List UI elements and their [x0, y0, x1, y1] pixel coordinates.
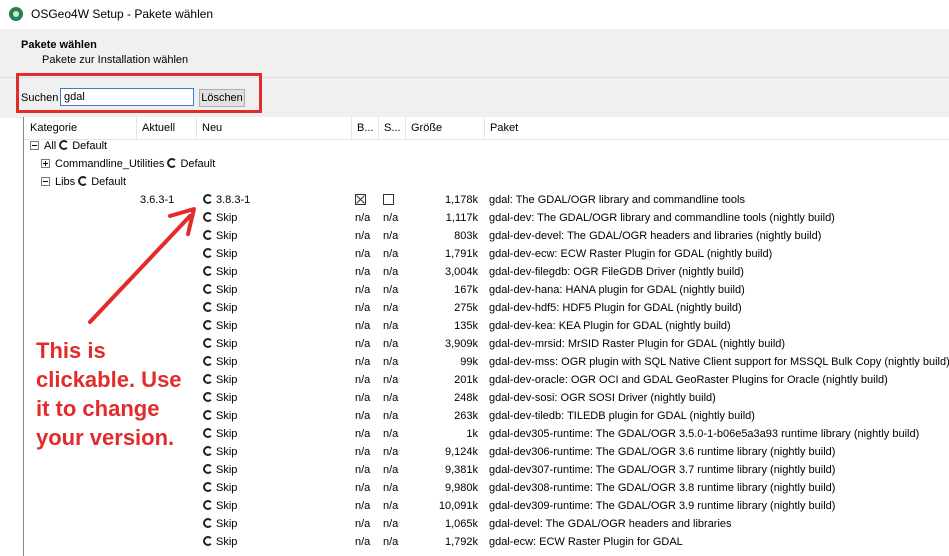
arrow-head — [168, 207, 196, 236]
arrow-shaft — [88, 214, 192, 324]
annotation-arrow — [88, 207, 196, 324]
